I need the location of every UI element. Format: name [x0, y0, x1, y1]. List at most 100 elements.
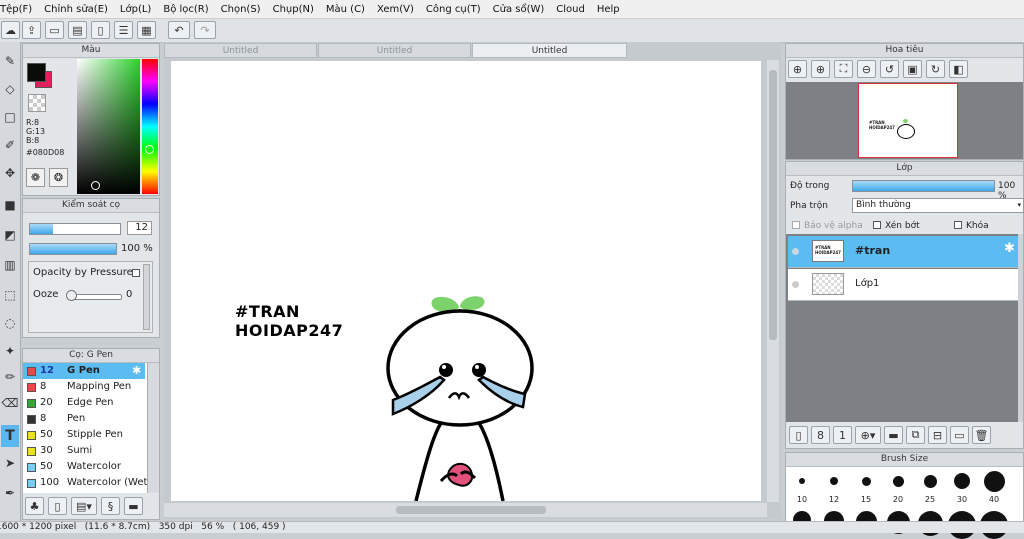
menu-edit[interactable]: Chỉnh sửa(E) [38, 4, 114, 15]
brush-size-dot[interactable] [892, 475, 904, 487]
brush-size-slider[interactable] [29, 223, 121, 235]
clipping-checkbox[interactable] [873, 221, 881, 229]
menu-select[interactable]: Chọn(S) [215, 4, 267, 15]
brush-size-dot[interactable] [861, 476, 871, 486]
brush-item[interactable]: 20 Edge Pen [23, 395, 145, 411]
scrollbar[interactable] [1018, 234, 1023, 422]
scroll-thumb[interactable] [769, 70, 777, 340]
move-icon[interactable]: ✥ [1, 162, 19, 184]
layer-add-dropdown-icon[interactable]: ⊕▾ [855, 426, 881, 444]
magic-wand-icon[interactable]: ✦ [1, 340, 19, 362]
brush-size-field[interactable]: 12 [127, 221, 152, 235]
transparent-swatch[interactable] [28, 94, 46, 112]
new-brush-icon[interactable]: ▯ [48, 497, 67, 515]
folder-icon[interactable]: ▬ [884, 426, 903, 444]
merge-layer-icon[interactable]: ⊟ [928, 426, 947, 444]
fill-rect-icon[interactable]: ■ [1, 194, 19, 216]
main-color-swatch[interactable] [27, 63, 46, 82]
delete-layer-icon[interactable]: 🗑 [972, 426, 991, 444]
menu-layer[interactable]: Lớp(L) [114, 4, 157, 15]
selection-rect-icon[interactable]: □ [1, 106, 19, 128]
select-eraser-icon[interactable]: ⌫ [1, 392, 19, 414]
protect-alpha-checkbox[interactable] [792, 221, 800, 229]
export-icon[interactable]: ⇪ [22, 21, 41, 39]
copy-dropdown-icon[interactable]: ▤▾ [71, 497, 97, 515]
tab-untitled-1[interactable]: Untitled [164, 43, 317, 58]
eyedropper-icon[interactable]: ✒ [1, 482, 19, 504]
brush-size-dot[interactable] [954, 473, 970, 489]
text-icon[interactable]: T [1, 425, 19, 447]
scrollbar[interactable] [143, 264, 150, 330]
brush-item[interactable]: 8 Mapping Pen [23, 379, 145, 395]
rotate-left-icon[interactable]: ↺ [880, 60, 899, 78]
menu-view[interactable]: Xem(V) [371, 4, 420, 15]
hue-handle[interactable] [145, 145, 154, 154]
blend-mode-select[interactable]: Bình thường ▾ [852, 198, 1024, 213]
layer-opacity-slider[interactable] [852, 180, 995, 192]
menu-color[interactable]: Màu (C) [320, 4, 371, 15]
brush-item[interactable]: 12 G Pen ✱ [23, 363, 145, 379]
eraser-icon[interactable]: ◇ [1, 78, 19, 100]
flip-icon[interactable]: ◧ [949, 60, 968, 78]
menu-help[interactable]: Help [591, 4, 626, 15]
opacity-slider[interactable] [29, 243, 117, 255]
scrollbar[interactable] [147, 363, 159, 493]
fit-window-icon[interactable]: ▣ [903, 60, 922, 78]
grid-icon[interactable]: ▦ [137, 21, 156, 39]
brush-size-dot[interactable] [923, 474, 937, 488]
opacity-pressure-checkbox[interactable] [132, 269, 140, 277]
new-8bit-layer-icon[interactable]: 8 [811, 426, 830, 444]
lock-checkbox[interactable] [954, 221, 962, 229]
menu-filter[interactable]: Bộ lọc(R) [157, 4, 214, 15]
cloud-icon[interactable]: ☁ [1, 21, 20, 39]
list-icon[interactable]: ☰ [114, 21, 133, 39]
hue-slider[interactable] [142, 59, 158, 194]
vertical-scrollbar[interactable] [767, 60, 779, 502]
canvas[interactable]: #TRAN HOIDAP247 [171, 61, 761, 501]
lasso-icon[interactable]: ⬚ [1, 284, 19, 306]
tab-untitled-2[interactable]: Untitled [318, 43, 471, 58]
gradient-icon[interactable]: ▥ [1, 254, 19, 276]
protect-alpha-option[interactable]: Bảo vệ alpha [792, 221, 863, 231]
document-icon[interactable]: ▯ [91, 21, 110, 39]
undo-icon[interactable]: ↶ [168, 21, 190, 39]
comment-icon[interactable]: ▭ [45, 21, 64, 39]
clear-layer-icon[interactable]: ▭ [950, 426, 969, 444]
gear-icon[interactable]: ✱ [132, 363, 141, 379]
zoom-icon[interactable]: ⊕ [788, 60, 807, 78]
redo-icon[interactable]: ↷ [194, 21, 216, 39]
gear-icon[interactable]: ✱ [1004, 241, 1015, 256]
menu-capture[interactable]: Chụp(N) [267, 4, 320, 15]
select-pen-icon[interactable]: ✏ [1, 366, 19, 388]
lock-option[interactable]: Khóa [954, 221, 989, 231]
saturation-value-square[interactable] [77, 59, 140, 194]
palette-icon[interactable]: ❁ [26, 168, 45, 187]
ooze-handle[interactable] [66, 290, 77, 301]
tree-icon[interactable]: ♣ [25, 497, 44, 515]
brush-size-dot[interactable] [830, 477, 838, 485]
brush-item[interactable]: 8 Pen [23, 411, 145, 427]
rotate-right-icon[interactable]: ↻ [926, 60, 945, 78]
brush-item[interactable]: 100 Watercolor (Wet) [23, 475, 151, 491]
menu-window[interactable]: Cửa sổ(W) [487, 4, 551, 15]
palette-edit-icon[interactable]: ❂ [49, 168, 68, 187]
layer-row[interactable]: #TRAN HOIDAP247 #tran ✱ [788, 236, 1018, 268]
new-layer-icon[interactable]: ▯ [789, 426, 808, 444]
brush-item[interactable]: 30 Sumi [23, 443, 145, 459]
fit-icon[interactable]: ⛶ [834, 60, 853, 78]
brush-icon[interactable]: ✐ [1, 134, 19, 156]
tab-untitled-3[interactable]: Untitled [472, 43, 627, 58]
menu-file[interactable]: Tệp(F) [0, 4, 38, 15]
menu-tools[interactable]: Công cụ(T) [420, 4, 487, 15]
message-icon[interactable]: ▤ [68, 21, 87, 39]
brush-size-dot[interactable] [799, 478, 805, 484]
pen-icon[interactable]: ✎ [1, 50, 19, 72]
brush-size-dot[interactable] [983, 470, 1005, 492]
script-icon[interactable]: § [101, 497, 120, 515]
new-1bit-layer-icon[interactable]: 1 [833, 426, 852, 444]
color-picker-handle[interactable] [91, 181, 100, 190]
horizontal-scrollbar[interactable] [164, 503, 767, 517]
brush-item[interactable]: 50 Watercolor [23, 459, 145, 475]
bucket-icon[interactable]: ◩ [1, 224, 19, 246]
layer-row[interactable]: Lớp1 [788, 269, 1018, 301]
